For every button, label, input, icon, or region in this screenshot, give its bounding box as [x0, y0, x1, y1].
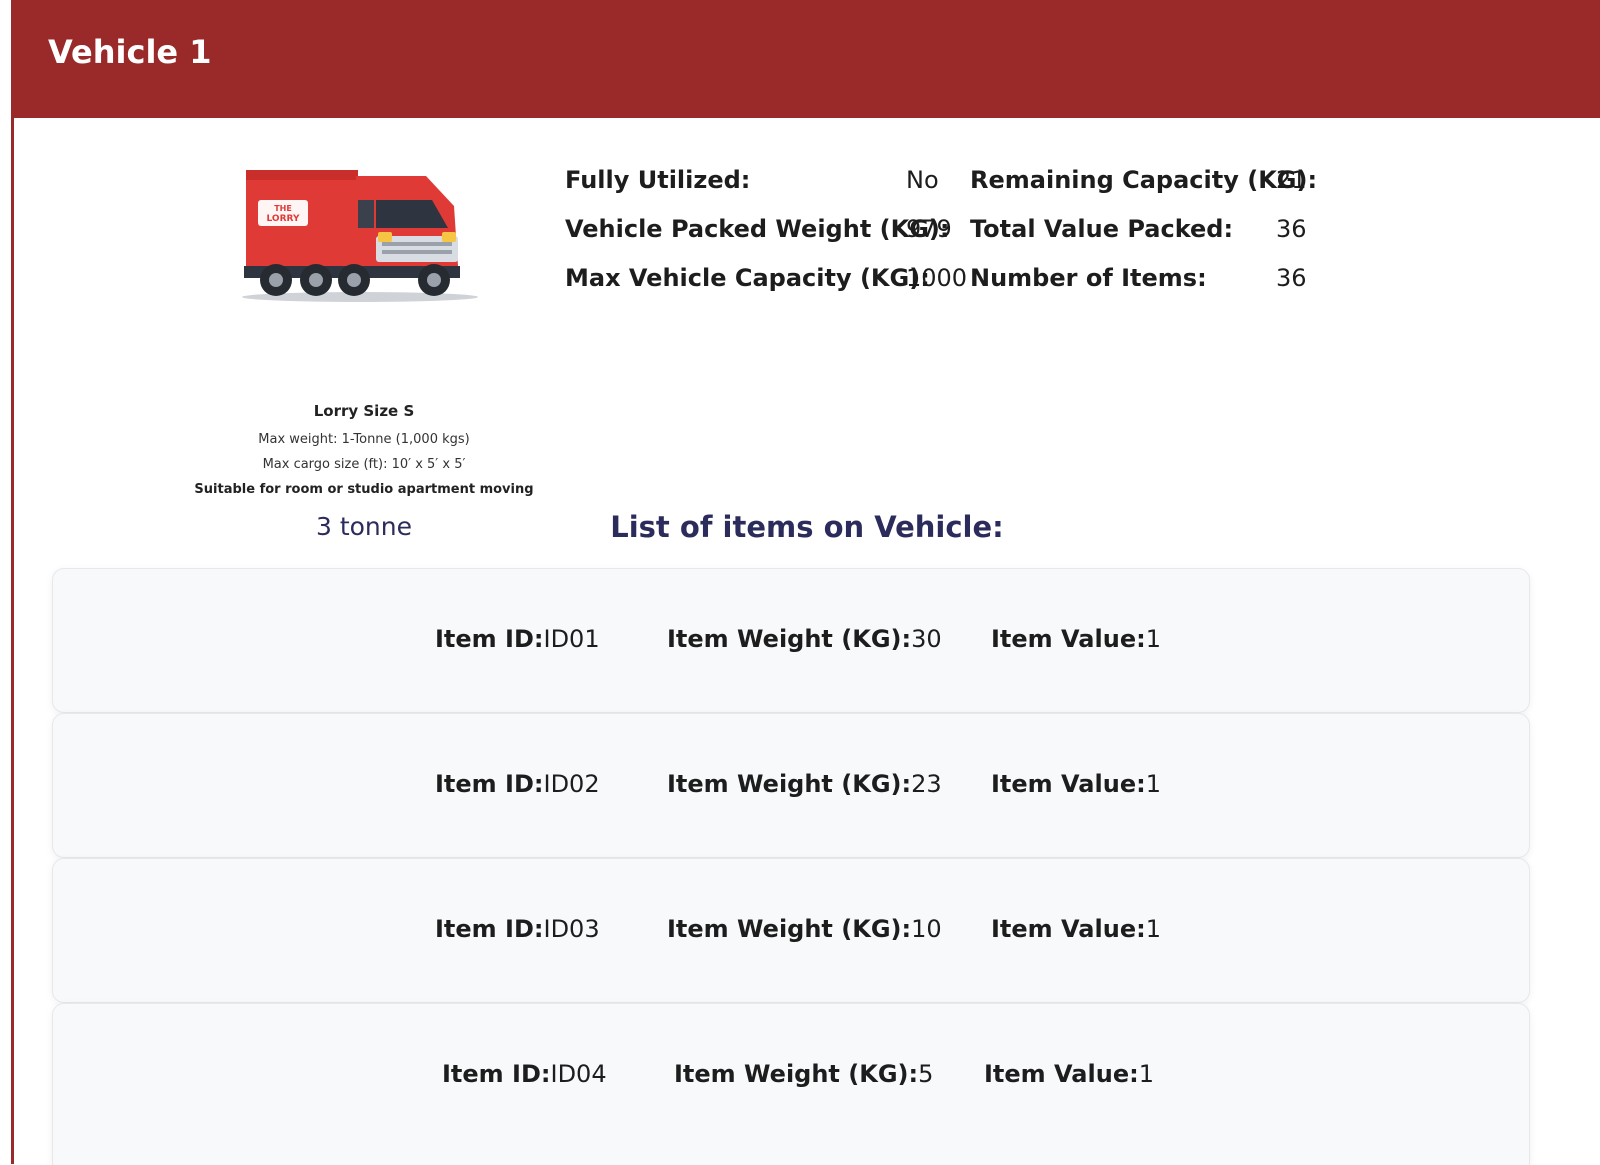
- lorry-size-title: Lorry Size S: [313, 402, 415, 420]
- number-of-items-label: Number of Items:: [970, 264, 1207, 292]
- item-weight: Item Weight (KG):5: [674, 1060, 933, 1088]
- item-value-label: Item Value:: [991, 770, 1146, 798]
- item-weight-value: 5: [918, 1060, 934, 1088]
- item-weight: Item Weight (KG):30: [667, 625, 942, 653]
- item-weight-label: Item Weight (KG):: [667, 625, 912, 653]
- number-of-items-value: 36: [1276, 264, 1307, 292]
- item-value: Item Value:1: [991, 625, 1161, 653]
- item-value-value: 1: [1145, 625, 1161, 653]
- item-value: Item Value:1: [991, 770, 1161, 798]
- item-id: Item ID:ID01: [435, 625, 600, 653]
- item-id: Item ID:ID04: [442, 1060, 607, 1088]
- item-value-value: 1: [1145, 770, 1161, 798]
- item-weight-label: Item Weight (KG):: [667, 770, 912, 798]
- fully-utilized-label: Fully Utilized:: [565, 166, 751, 194]
- total-value-label: Total Value Packed:: [970, 215, 1234, 243]
- item-weight: Item Weight (KG):10: [667, 915, 942, 943]
- total-value-value: 36: [1276, 215, 1307, 243]
- item-id-value: ID04: [550, 1060, 607, 1088]
- lorry-max-weight: Max weight: 1-Tonne (1,000 kgs): [258, 432, 470, 447]
- svg-text:THE: THE: [274, 204, 292, 213]
- vehicle-content: THE LORRY Lorry Size S Max weight: 1-Ton…: [14, 118, 1600, 1165]
- packed-weight-value: 979: [906, 215, 952, 243]
- item-weight-value: 30: [911, 625, 942, 653]
- fully-utilized-value: No: [906, 166, 939, 194]
- item-value: Item Value:1: [984, 1060, 1154, 1088]
- item-weight-label: Item Weight (KG):: [674, 1060, 919, 1088]
- item-value-value: 1: [1145, 915, 1161, 943]
- item-value-value: 1: [1138, 1060, 1154, 1088]
- page: Vehicle 1 THE LORRY Lorry Size S Max wei…: [0, 0, 1600, 1165]
- item-weight-value: 10: [911, 915, 942, 943]
- item-id-label: Item ID:: [442, 1060, 551, 1088]
- lorry-max-cargo: Max cargo size (ft): 10′ x 5′ x 5′: [262, 457, 466, 472]
- list-item: Item ID:ID03 Item Weight (KG):10 Item Va…: [52, 858, 1530, 1003]
- item-weight-value: 23: [911, 770, 942, 798]
- item-id-value: ID01: [543, 625, 600, 653]
- item-id: Item ID:ID03: [435, 915, 600, 943]
- item-id-value: ID02: [543, 770, 600, 798]
- vehicle-title: Vehicle 1: [48, 33, 212, 71]
- item-weight: Item Weight (KG):23: [667, 770, 942, 798]
- list-item: Item ID:ID02 Item Weight (KG):23 Item Va…: [52, 713, 1530, 858]
- item-id: Item ID:ID02: [435, 770, 600, 798]
- packed-weight-label: Vehicle Packed Weight (KG):: [565, 215, 950, 243]
- lorry-suitable: Suitable for room or studio apartment mo…: [194, 482, 534, 497]
- left-border: [0, 0, 14, 1164]
- vehicle-header: Vehicle 1: [11, 0, 1600, 118]
- item-id-label: Item ID:: [435, 625, 544, 653]
- item-value-label: Item Value:: [984, 1060, 1139, 1088]
- item-id-value: ID03: [543, 915, 600, 943]
- item-value: Item Value:1: [991, 915, 1161, 943]
- item-id-label: Item ID:: [435, 915, 544, 943]
- max-capacity-value: 1000: [906, 264, 968, 292]
- list-item: Item ID:ID01 Item Weight (KG):30 Item Va…: [52, 568, 1530, 713]
- remaining-capacity-value: 21: [1276, 166, 1307, 194]
- list-item: Item ID:ID04 Item Weight (KG):5 Item Val…: [52, 1003, 1530, 1165]
- item-id-label: Item ID:: [435, 770, 544, 798]
- item-list-title: List of items on Vehicle:: [610, 510, 1004, 544]
- truck-icon: THE LORRY: [242, 170, 478, 302]
- remaining-capacity-label: Remaining Capacity (KG):: [970, 166, 1318, 194]
- svg-text:LORRY: LORRY: [267, 214, 300, 224]
- item-value-label: Item Value:: [991, 915, 1146, 943]
- item-value-label: Item Value:: [991, 625, 1146, 653]
- item-weight-label: Item Weight (KG):: [667, 915, 912, 943]
- max-capacity-label: Max Vehicle Capacity (KG):: [565, 264, 930, 292]
